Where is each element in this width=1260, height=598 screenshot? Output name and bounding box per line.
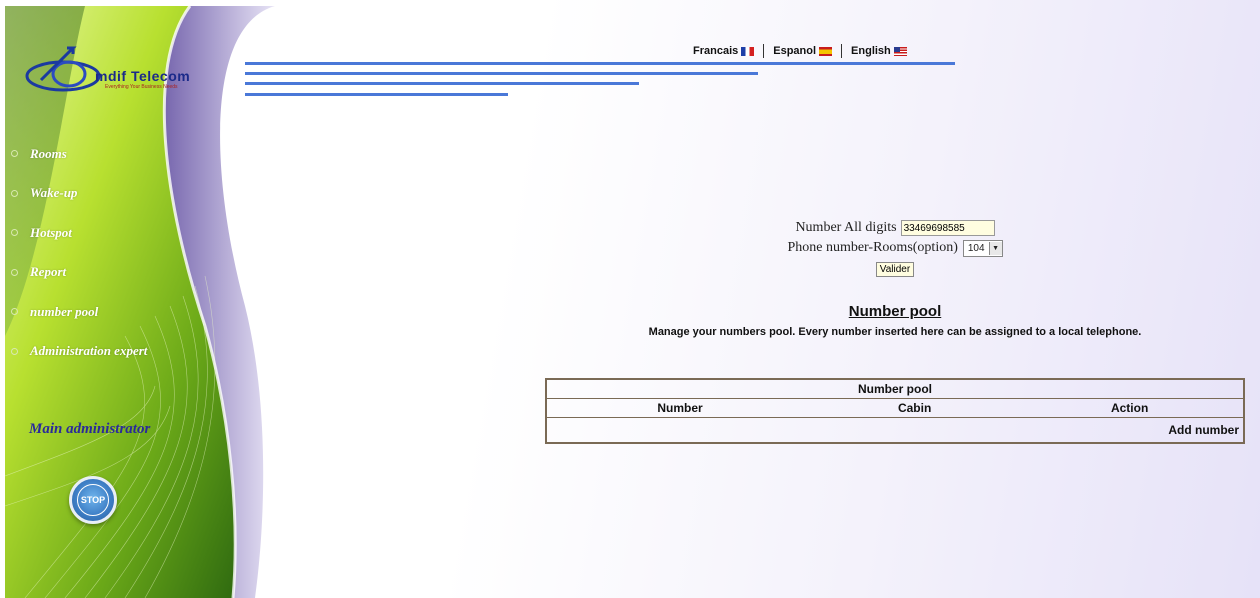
header-decor-bar [245,82,639,85]
submit-row: Valider [625,258,1165,278]
number-label: Number All digits [795,220,897,235]
number-pool-table: Number pool Number Cabin Action Add numb… [545,378,1245,444]
sidebar: mdif Telecom Everything Your Business Ne… [5,6,275,598]
sidebar-item-number-pool[interactable]: number pool [11,292,147,332]
room-label: Phone number-Rooms(option) [787,240,958,255]
bullet-icon [11,229,18,237]
divider [841,44,843,58]
add-row: Add number [546,418,1244,444]
sidebar-item-label[interactable]: Wake-up [30,185,77,201]
stop-button[interactable]: STOP [69,476,117,524]
stop-icon: STOP [77,484,109,516]
page-frame: mdif Telecom Everything Your Business Ne… [5,6,1260,598]
bullet-icon [11,268,18,276]
logo-text: mdif Telecom [95,68,191,84]
table-header-row: Number Cabin Action [546,398,1244,418]
page-description: Manage your numbers pool. Every number i… [648,326,1142,338]
language-switcher: Francais Espanol English [693,44,907,58]
number-input[interactable] [900,220,995,236]
es-flag-icon [819,46,833,56]
divider [763,44,765,58]
sidebar-item-report[interactable]: Report [11,253,147,293]
sidebar-item-label[interactable]: Administration expert [30,343,147,359]
language-label: Espanol [773,45,817,57]
header-decor-bar [245,72,758,75]
language-link-espanol[interactable]: Espanol [773,45,833,57]
room-row: Phone number-Rooms(option) 104 ▼ [625,238,1165,258]
sidebar-item-label[interactable]: number pool [30,304,98,320]
logo-swirl-icon [25,46,101,92]
sidebar-item-rooms[interactable]: Rooms [11,134,147,174]
header-decor-bar [245,93,508,96]
bullet-icon [11,308,18,316]
language-link-francais[interactable]: Francais [693,45,755,57]
us-flag-icon [893,46,907,56]
column-header-action: Action [1016,398,1244,418]
language-label: Francais [693,45,739,57]
bullet-icon [11,347,18,355]
add-number-link[interactable]: Add number [1168,423,1239,437]
language-label: English [851,45,891,57]
number-row: Number All digits [625,218,1165,238]
logo-tagline: Everything Your Business Needs [105,84,178,90]
sidebar-item-label[interactable]: Hotspot [30,225,72,241]
sidebar-item-label[interactable]: Report [30,264,66,280]
header-decor-bar [245,62,955,65]
fr-flag-icon [741,46,755,56]
room-select-value: 104 [967,242,985,254]
sidebar-nav: Rooms Wake-up Hotspot Report number pool… [11,134,147,371]
language-link-english[interactable]: English [851,45,907,57]
page-title: Number pool [848,303,942,320]
column-header-number: Number [546,398,814,418]
chevron-down-icon[interactable]: ▼ [988,241,1002,255]
column-header-cabin: Cabin [813,398,1017,418]
sidebar-item-administration-expert[interactable]: Administration expert [11,332,147,372]
sidebar-item-hotspot[interactable]: Hotspot [11,213,147,253]
bullet-icon [11,150,18,158]
sidebar-item-wake-up[interactable]: Wake-up [11,174,147,214]
room-select[interactable]: 104 ▼ [962,239,1003,257]
number-form: Number All digits Phone number-Rooms(opt… [625,218,1165,278]
sidebar-item-label[interactable]: Rooms [30,146,67,162]
valider-button[interactable]: Valider [875,261,915,277]
bullet-icon [11,189,18,197]
admin-label: Main administrator [29,421,151,437]
table-caption: Number pool [546,379,1244,399]
